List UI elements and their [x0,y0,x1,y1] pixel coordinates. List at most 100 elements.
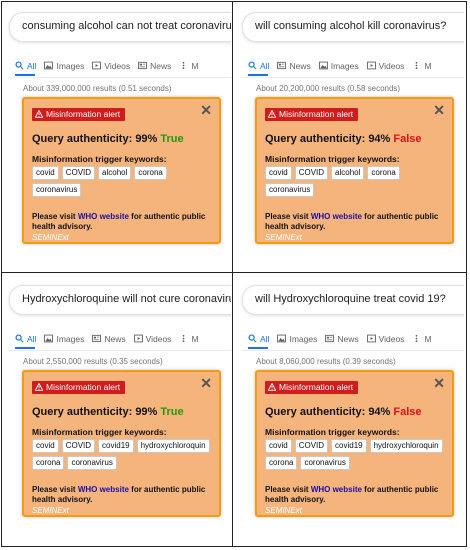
tab-label: Videos [378,333,405,344]
tab-all[interactable]: All [15,334,36,344]
tab-label: News [337,333,359,344]
active-tab-indicator [248,74,268,76]
videos-icon [366,61,376,70]
tab-images[interactable]: Images [318,60,359,71]
tab-m[interactable]: M [412,61,432,71]
tab-m[interactable]: M [179,334,199,344]
more-icon [416,61,418,69]
search-query: will consuming alcohol kill coronavirus? [255,20,447,32]
videos-icon [92,61,102,70]
tab-label: Images [56,333,85,344]
tab-m[interactable]: M [179,61,199,71]
tab-label: Images [56,60,85,71]
search-panel-2: will consuming alcohol kill coronavirus?… [234,1,464,271]
search-input[interactable]: will Hydroxychloroquine treat covid 19? [242,285,464,315]
tab-m[interactable]: M [412,334,432,344]
tabs-divider [242,350,464,351]
tab-images[interactable]: Images [44,334,84,344]
misinformation-alert-box: Misinformation alert ✕ Query authenticit… [255,370,454,517]
close-icon[interactable]: ✕ [200,102,212,118]
warning-icon [35,110,43,118]
search-input[interactable]: consuming alcohol can not treat coronavi… [9,12,231,42]
who-website-link[interactable]: WHO website [311,485,362,494]
seminext-signature: SEMINExt [265,506,302,515]
tab-news[interactable]: News [277,60,311,71]
search-input[interactable]: Hydroxychloroquine will not cure coronav… [9,285,231,315]
tab-all[interactable]: All [15,61,36,71]
who-advisory: Please visit WHO website for authentic p… [32,485,217,505]
tab-videos[interactable]: Videos [92,61,130,71]
misinformation-alert-box: Misinformation alert ✕ Query authenticit… [22,370,221,517]
tab-images[interactable]: Images [277,334,317,344]
tab-videos[interactable]: Videos [366,60,405,71]
keyword-chip: covid [32,166,59,180]
tab-videos[interactable]: Videos [133,334,171,344]
keywords-label: Misinformation trigger keywords: [32,427,167,437]
tab-news[interactable]: News [325,333,359,344]
tab-news[interactable]: News [92,333,126,344]
search-icon [248,334,257,343]
keyword-chips: covid COVID alcohol corona coronavirus [32,166,217,200]
keywords-label: Misinformation trigger keywords: [32,154,167,164]
keyword-chips: covid COVID alcohol corona coronavirus [265,166,450,200]
query-authenticity: Query authenticity: 94% False [265,133,422,145]
who-advisory: Please visit WHO website for authentic p… [265,212,450,232]
results-count: About 339,000,000 results (0.51 seconds) [23,84,172,93]
close-icon[interactable]: ✕ [200,375,212,391]
misinformation-alert-badge: Misinformation alert [265,381,359,394]
keyword-chip: corona [134,166,167,180]
keywords-label: Misinformation trigger keywords: [265,154,400,164]
tab-label: Images [289,333,318,344]
images-icon [277,334,287,343]
misinformation-alert-box: Misinformation alert ✕ Query authenticit… [22,97,221,244]
close-icon[interactable]: ✕ [433,375,445,391]
tab-images[interactable]: Images [44,61,84,71]
search-query: Hydroxychloroquine will not cure coronav… [22,293,231,305]
misinformation-alert-badge: Misinformation alert [265,108,359,121]
tab-label: All [260,333,270,344]
authenticity-percent: 99% [135,133,158,145]
tab-label: News [289,60,311,71]
seminext-signature: SEMINExt [265,233,302,242]
authenticity-percent: 99% [135,406,158,418]
tabs-divider [242,77,464,78]
active-tab-indicator [248,347,268,349]
who-website-link[interactable]: WHO website [311,212,362,221]
tab-label: News [150,60,172,71]
keyword-chip: COVID [294,166,329,180]
tab-all[interactable]: All [248,61,269,71]
alert-label: Misinformation alert [46,382,121,392]
search-panel-3: Hydroxychloroquine will not cure coronav… [1,274,231,544]
keyword-chip: alcohol [331,166,365,180]
tab-label: Videos [378,60,405,71]
tab-videos[interactable]: Videos [366,333,405,344]
search-icon [15,334,24,343]
news-icon [277,61,287,69]
keyword-chips: covid COVID covid19 hydroxychloroquin corona… [265,439,450,473]
tab-news[interactable]: News [138,61,171,71]
who-website-link[interactable]: WHO website [78,212,129,221]
keyword-chip: alcohol [98,166,132,180]
keyword-chip: covid [265,166,292,180]
query-authenticity: Query authenticity: 99% True [32,133,184,145]
keyword-chip: covid [32,439,59,453]
authenticity-label: Query authenticity: [265,133,366,145]
visit-prefix: Please visit [265,212,311,221]
more-icon [416,334,418,342]
search-query: will Hydroxychloroquine treat covid 19? [255,293,446,305]
keyword-chip: corona [32,456,65,470]
who-website-link[interactable]: WHO website [78,485,129,494]
search-input[interactable]: will consuming alcohol kill coronavirus? [242,12,464,42]
seminext-signature: SEMINExt [32,506,69,515]
keywords-label: Misinformation trigger keywords: [265,427,400,437]
alert-label: Misinformation alert [46,109,121,119]
close-icon[interactable]: ✕ [433,102,445,118]
keyword-chip: COVID [294,439,329,453]
visit-prefix: Please visit [32,212,78,221]
videos-icon [133,334,143,343]
search-icon [15,61,24,70]
tab-label: News [104,333,126,344]
tab-all[interactable]: All [248,334,269,344]
tab-label: Images [330,60,359,71]
keyword-chip: covid19 [331,439,367,453]
